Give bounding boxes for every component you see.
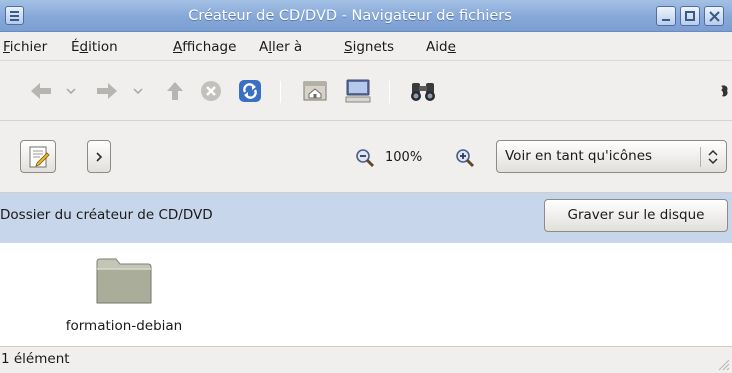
zoom-out-icon	[356, 149, 375, 168]
file-view[interactable]: formation-debian	[0, 243, 732, 346]
zoom-level[interactable]: 100%	[385, 150, 422, 165]
reload-button[interactable]	[236, 79, 264, 103]
zoom-in-icon	[456, 149, 475, 168]
info-bar-text: Dossier du créateur de CD/DVD	[0, 207, 213, 223]
forward-button[interactable]	[94, 79, 120, 103]
updown-arrows-icon	[708, 149, 718, 165]
menu-aller-a-accel: l	[268, 39, 273, 55]
burn-disc-button-label: Graver sur le disque	[567, 207, 705, 223]
activity-indicator	[716, 79, 732, 103]
throbber-icon	[721, 85, 728, 97]
menu-affichage[interactable]: Affichage	[173, 39, 236, 55]
zoom-out-button[interactable]	[355, 148, 375, 168]
menu-signets[interactable]: Signets	[344, 39, 394, 55]
view-mode-select[interactable]: Voir en tant qu'icônes	[496, 140, 727, 173]
location-bar: 100% Voir en tant qu'icônes	[0, 121, 732, 193]
menu-edition[interactable]: Édition	[71, 39, 118, 55]
window-title: Créateur de CD/DVD - Navigateur de fichi…	[188, 8, 512, 24]
menu-fichier-accel: F	[3, 39, 10, 55]
computer-icon	[345, 79, 371, 103]
menu-bar: Fichier Édition Affichage Aller à Signet…	[0, 32, 732, 61]
up-arrow-icon	[167, 82, 183, 100]
folder-item[interactable]	[96, 256, 152, 312]
menu-aide[interactable]: Aide	[426, 39, 456, 55]
view-mode-value: Voir en tant qu'icônes	[505, 148, 653, 164]
resize-grip-icon[interactable]	[717, 358, 730, 371]
home-button[interactable]	[301, 79, 329, 103]
toolbar-separator	[389, 81, 390, 103]
title-bar: Créateur de CD/DVD - Navigateur de fichi…	[0, 0, 732, 32]
toolbar-separator	[280, 81, 281, 103]
computer-button[interactable]	[343, 79, 373, 103]
forward-history-dropdown[interactable]	[131, 79, 145, 103]
close-icon	[709, 11, 720, 22]
minimize-button[interactable]	[656, 6, 676, 26]
location-toggle-button[interactable]	[20, 140, 56, 173]
status-item-count: 1 élément	[1, 351, 70, 367]
stop-icon	[201, 81, 221, 101]
path-next-button[interactable]	[87, 140, 111, 173]
maximize-button[interactable]	[680, 6, 700, 26]
reload-icon	[239, 80, 261, 102]
zoom-in-button[interactable]	[455, 148, 475, 168]
menu-edition-accel: d	[79, 39, 89, 55]
back-history-dropdown[interactable]	[64, 79, 78, 103]
back-arrow-icon	[31, 83, 51, 99]
menu-signets-accel: S	[344, 39, 353, 55]
minimize-icon	[662, 19, 670, 21]
menu-fichier[interactable]: Fichier	[3, 39, 47, 55]
close-button[interactable]	[704, 6, 724, 26]
back-button[interactable]	[28, 79, 54, 103]
home-icon	[303, 81, 327, 101]
forward-arrow-icon	[97, 83, 117, 99]
stop-button[interactable]	[198, 79, 224, 103]
cd-burner-info-bar: Dossier du créateur de CD/DVD Graver sur…	[0, 193, 732, 243]
up-button[interactable]	[163, 79, 187, 103]
maximize-icon	[685, 11, 695, 21]
search-binoculars-icon	[411, 83, 435, 101]
menu-aller-a[interactable]: Aller à	[259, 39, 302, 55]
menu-aide-accel: e	[447, 39, 456, 55]
status-bar: 1 élément	[0, 346, 732, 373]
folder-label[interactable]: formation-debian	[48, 318, 200, 334]
burn-disc-button[interactable]: Graver sur le disque	[544, 199, 728, 232]
edit-location-icon	[29, 146, 50, 168]
menu-affichage-accel: A	[173, 39, 183, 55]
main-toolbar	[0, 61, 732, 121]
chevron-right-icon	[96, 152, 103, 162]
select-divider	[700, 147, 701, 167]
search-button[interactable]	[408, 79, 438, 103]
chevron-down-icon	[133, 88, 143, 94]
folder-icon	[96, 258, 152, 304]
chevron-down-icon	[66, 88, 76, 94]
